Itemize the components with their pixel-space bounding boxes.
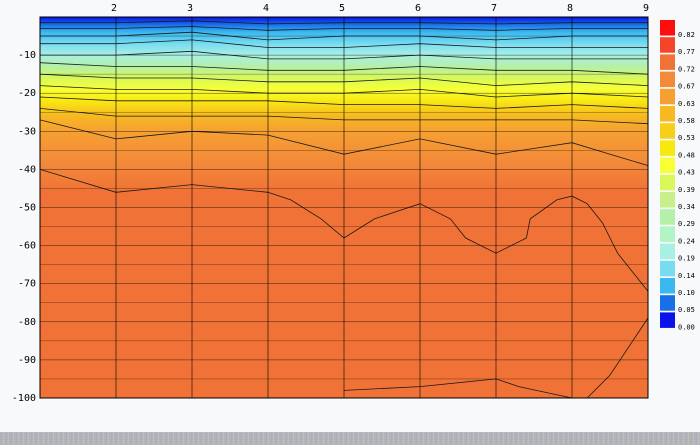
- grid-lines: [39, 16, 649, 399]
- legend-label: 0.82: [678, 31, 695, 39]
- legend-label: 0.72: [678, 65, 695, 73]
- legend-swatch: [660, 226, 675, 242]
- legend-label: 0.53: [678, 134, 695, 142]
- y-tick-label: -30: [18, 126, 36, 137]
- noise-strip: [0, 432, 700, 445]
- legend-label: 0.00: [678, 323, 695, 331]
- legend-label: 0.19: [678, 255, 695, 263]
- legend-swatch: [660, 140, 675, 156]
- legend-label: 0.05: [678, 306, 695, 314]
- x-tick-label: 7: [491, 3, 497, 14]
- y-tick-label: -50: [18, 203, 36, 214]
- x-tick-label: 8: [567, 3, 573, 14]
- y-tick-label: -70: [18, 279, 36, 290]
- colorbar-legend: 0.82 0.77 0.72 0.67 0.63 0.58 0.53 0.48 0.43 0.39…: [660, 20, 695, 331]
- y-tick-label: -10: [18, 50, 36, 61]
- legend-label: 0.67: [678, 83, 695, 91]
- legend-label: 0.14: [678, 272, 695, 280]
- x-tick-label: 5: [339, 3, 345, 14]
- legend-swatch: [660, 157, 675, 174]
- legend-swatch: [660, 106, 675, 122]
- legend-label: 0.43: [678, 169, 695, 177]
- x-axis-ticks: 2 3 4 5 6 7 8 9: [111, 3, 649, 14]
- legend-swatch: [660, 123, 675, 139]
- legend-swatch: [660, 312, 675, 328]
- legend-swatch: [660, 54, 675, 70]
- y-tick-label: -90: [18, 355, 36, 366]
- legend-label: 0.29: [678, 220, 695, 228]
- y-tick-label: -80: [18, 317, 36, 328]
- legend-label: 0.24: [678, 237, 695, 245]
- legend-swatch: [660, 209, 675, 225]
- y-tick-label: -20: [18, 88, 36, 99]
- legend-swatch: [660, 278, 675, 294]
- contour-chart: 2 3 4 5 6 7 8 9 -10 -20 -30 -40 -50 -60 -70 -80 -90 -100…: [12, 3, 695, 404]
- legend-swatch: [660, 192, 675, 208]
- legend-label: 0.48: [678, 151, 695, 159]
- y-tick-label: -60: [18, 241, 36, 252]
- x-tick-label: 4: [263, 3, 269, 14]
- legend-swatch: [660, 295, 675, 311]
- y-axis-ticks: -10 -20 -30 -40 -50 -60 -70 -80 -90 -100: [12, 50, 36, 404]
- x-tick-label: 3: [187, 3, 193, 14]
- x-tick-label: 9: [643, 3, 649, 14]
- legend-label: 0.58: [678, 117, 695, 125]
- legend-label: 0.77: [678, 48, 695, 56]
- legend-swatch: [660, 243, 675, 260]
- x-tick-label: 2: [111, 3, 117, 14]
- legend-label: 0.34: [678, 203, 695, 211]
- legend-swatch: [660, 260, 675, 277]
- y-tick-label: -100: [12, 393, 36, 404]
- x-tick-label: 6: [415, 3, 421, 14]
- legend-swatch: [660, 20, 675, 36]
- legend-label: 0.63: [678, 100, 695, 108]
- y-tick-label: -40: [18, 164, 36, 175]
- legend-swatch: [660, 174, 675, 191]
- legend-swatch: [660, 88, 675, 105]
- legend-label: 0.10: [678, 289, 695, 297]
- legend-swatch: [660, 37, 675, 53]
- legend-label: 0.39: [678, 186, 695, 194]
- legend-swatch: [660, 71, 675, 88]
